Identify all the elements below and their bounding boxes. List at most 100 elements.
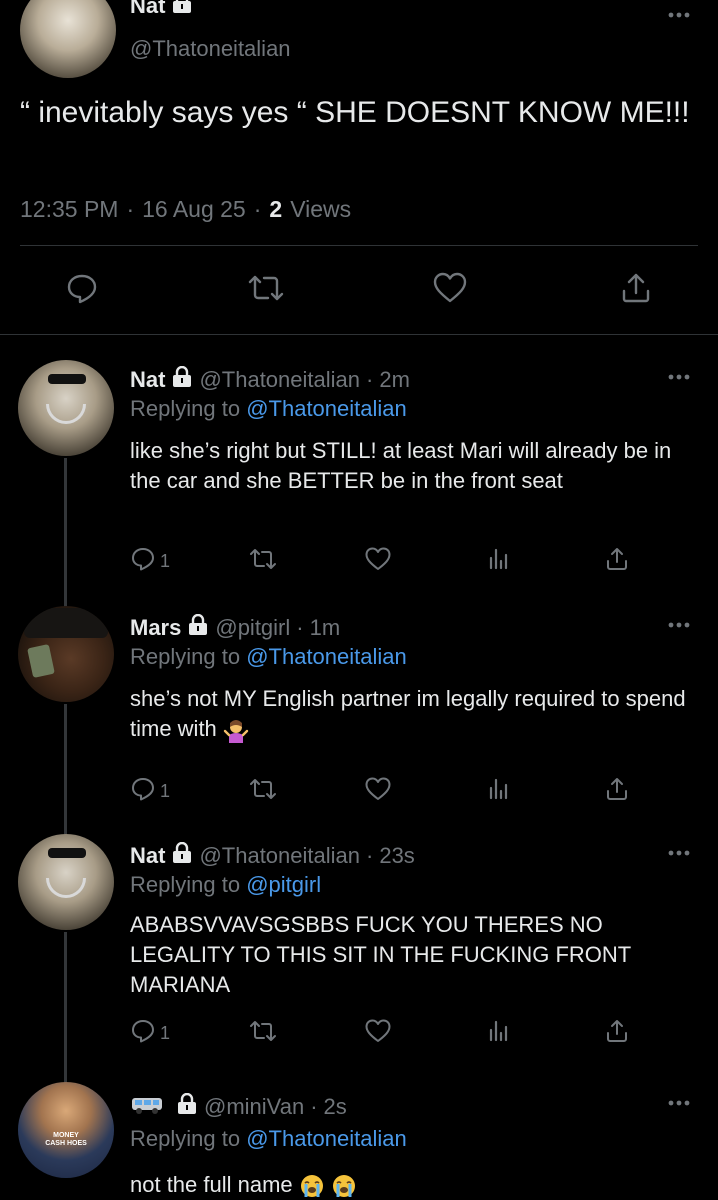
author-handle[interactable]: @pitgirl xyxy=(215,615,290,641)
reply-text-block: she’s not MY English partner im legally … xyxy=(130,684,690,744)
separator: · xyxy=(253,196,262,222)
retweet-icon[interactable] xyxy=(248,546,278,572)
reply-icon xyxy=(130,1018,156,1049)
reply-button[interactable]: 1 xyxy=(130,546,170,577)
lock-icon xyxy=(176,1092,198,1121)
author-name[interactable]: Nat xyxy=(130,0,165,19)
chain xyxy=(46,878,86,898)
reply-button[interactable]: 1 xyxy=(130,776,170,807)
tweet-time[interactable]: 12:35 PM xyxy=(20,196,118,223)
replying-prefix: Replying to xyxy=(130,396,241,421)
like-icon[interactable] xyxy=(364,546,392,572)
replying-prefix: Replying to xyxy=(130,644,241,669)
like-icon[interactable] xyxy=(364,1018,392,1044)
author-name[interactable]: Mars xyxy=(130,615,181,641)
reply-age[interactable]: 1m xyxy=(310,615,341,641)
views-icon[interactable] xyxy=(486,546,512,572)
reply-text: she’s not MY English partner im legally … xyxy=(130,686,686,741)
reply-text: like she’s right but STILL! at least Mar… xyxy=(130,438,672,493)
separator: · xyxy=(366,843,374,868)
replying-to-handle[interactable]: @pitgirl xyxy=(246,872,321,897)
reply-count: 1 xyxy=(160,781,171,801)
reply-age[interactable]: 23s xyxy=(379,843,414,869)
reply-age[interactable]: 2s xyxy=(324,1094,347,1120)
more-icon[interactable] xyxy=(668,622,690,630)
avatar[interactable] xyxy=(20,0,116,78)
replying-to: Replying to @pitgirl xyxy=(130,872,321,898)
separator: · xyxy=(310,1094,318,1119)
author-name[interactable]: Nat xyxy=(130,367,165,393)
more-icon[interactable] xyxy=(668,12,690,20)
replying-to: Replying to @Thatoneitalian xyxy=(130,644,407,670)
more-icon[interactable] xyxy=(668,850,690,858)
replying-to: Replying to @Thatoneitalian xyxy=(130,396,407,422)
tweet-text: “ inevitably says yes “ SHE DOESNT KNOW … xyxy=(20,96,690,129)
reply-text-block: not the full name xyxy=(130,1170,690,1200)
author-handle[interactable]: @Thatoneitalian xyxy=(199,843,360,869)
separator: · xyxy=(296,615,304,640)
views-icon[interactable] xyxy=(486,1018,512,1044)
reply-header: @miniVan · 2s xyxy=(130,1092,347,1122)
replying-to-handle[interactable]: @Thatoneitalian xyxy=(246,644,407,669)
avatar[interactable] xyxy=(18,834,114,930)
reply-header: Nat @Thatoneitalian · 23s xyxy=(130,841,415,870)
replying-prefix: Replying to xyxy=(130,1126,241,1151)
sunglasses xyxy=(48,374,86,384)
author-handle[interactable]: @Thatoneitalian xyxy=(199,367,360,393)
thread-line xyxy=(64,704,67,840)
divider xyxy=(20,245,698,246)
hair xyxy=(24,608,108,638)
lock-icon xyxy=(171,841,193,870)
woman-shrugging-emoji xyxy=(223,716,249,744)
author-name[interactable]: Nat xyxy=(130,843,165,869)
views-count[interactable]: 2 xyxy=(269,196,282,223)
more-icon[interactable] xyxy=(668,1100,690,1108)
reply-count: 1 xyxy=(160,551,171,571)
separator: · xyxy=(126,196,135,222)
tweet-meta: 12:35 PM · 16 Aug 25 · 2 Views xyxy=(20,196,351,223)
main-action-bar xyxy=(0,266,718,318)
share-icon[interactable] xyxy=(614,266,658,310)
van-emoji xyxy=(130,1092,164,1122)
reply-header: Mars @pitgirl · 1m xyxy=(130,613,341,642)
loudly-crying-emoji xyxy=(299,1172,331,1198)
shirt-text: MONEY CASH HOES xyxy=(45,1132,87,1147)
tweet-date[interactable]: 16 Aug 25 xyxy=(142,196,246,223)
reply-action-bar: 1 xyxy=(130,1018,640,1052)
reply-age[interactable]: 2m xyxy=(379,367,410,393)
more-icon[interactable] xyxy=(668,374,690,382)
loudly-crying-emoji xyxy=(331,1172,357,1198)
replying-to-handle[interactable]: @Thatoneitalian xyxy=(246,396,407,421)
separator: · xyxy=(366,367,374,392)
avatar[interactable] xyxy=(18,360,114,456)
views-icon[interactable] xyxy=(486,776,512,802)
reply-action-bar: 1 xyxy=(130,776,640,810)
retweet-icon[interactable] xyxy=(244,266,288,310)
thread-line xyxy=(64,932,67,1084)
money-bills xyxy=(27,644,55,678)
sunglasses xyxy=(48,848,86,858)
like-icon[interactable] xyxy=(428,266,472,310)
reply-count: 1 xyxy=(160,1023,171,1043)
share-icon[interactable] xyxy=(604,1018,630,1044)
share-icon[interactable] xyxy=(604,776,630,802)
like-icon[interactable] xyxy=(364,776,392,802)
reply-text: ABABSVVAVSGSBBS FUCK YOU THERES NO LEGAL… xyxy=(130,912,631,997)
reply-icon[interactable] xyxy=(60,266,104,310)
retweet-icon[interactable] xyxy=(248,1018,278,1044)
chain xyxy=(46,404,86,424)
replying-to: Replying to @Thatoneitalian xyxy=(130,1126,407,1152)
author-handle[interactable]: @Thatoneitalian xyxy=(130,36,291,62)
avatar[interactable]: MONEY CASH HOES xyxy=(18,1082,114,1178)
replying-to-handle[interactable]: @Thatoneitalian xyxy=(246,1126,407,1151)
avatar[interactable] xyxy=(18,606,114,702)
author-handle[interactable]: @miniVan xyxy=(204,1094,304,1120)
lock-icon xyxy=(187,613,209,642)
reply-text: not the full name xyxy=(130,1172,293,1197)
reply-button[interactable]: 1 xyxy=(130,1018,170,1049)
share-icon[interactable] xyxy=(604,546,630,572)
views-label[interactable]: Views xyxy=(290,196,351,223)
thread-line xyxy=(64,458,67,608)
retweet-icon[interactable] xyxy=(248,776,278,802)
reply-icon xyxy=(130,546,156,577)
